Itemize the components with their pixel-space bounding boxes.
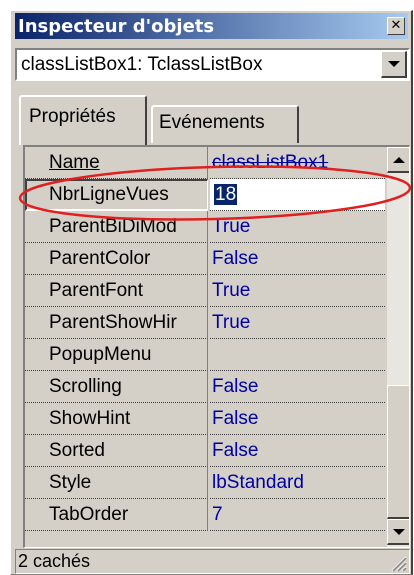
property-row-parentshowhint[interactable]: ParentShowHir True: [25, 307, 385, 339]
property-name: ParentShowHir: [25, 307, 208, 339]
property-row-showhint[interactable]: ShowHint False: [25, 403, 385, 435]
property-row-nbrlignevues[interactable]: NbrLigneVues 18: [25, 179, 385, 211]
title-bar[interactable]: Inspecteur d'objets ✕: [15, 13, 408, 39]
status-bar: 2 cachés: [15, 549, 410, 574]
property-value[interactable]: True: [210, 275, 385, 307]
property-name: PopupMenu: [25, 339, 208, 371]
close-icon[interactable]: ✕: [387, 17, 405, 35]
property-name: ParentBiDiMod: [25, 211, 208, 243]
scroll-thumb[interactable]: [387, 385, 409, 519]
selected-value-text: 18: [214, 184, 238, 205]
property-row-parentbidimode[interactable]: ParentBiDiMod True: [25, 211, 385, 243]
property-row-style[interactable]: Style lbStandard: [25, 467, 385, 499]
object-inspector-window: Inspecteur d'objets ✕ classListBox1: Tcl…: [10, 10, 413, 575]
property-name: TabOrder: [25, 499, 208, 531]
scroll-down-button[interactable]: [387, 519, 409, 545]
resize-grip-icon[interactable]: [389, 554, 407, 572]
property-value[interactable]: 7: [210, 499, 385, 531]
property-row-name[interactable]: Name classListBox1: [25, 147, 385, 179]
vertical-scrollbar[interactable]: [387, 147, 409, 547]
property-name: NbrLigneVues: [25, 179, 208, 211]
tab-properties[interactable]: Propriétés: [19, 95, 147, 145]
property-value[interactable]: True: [210, 211, 385, 243]
property-name: Scrolling: [25, 371, 208, 403]
property-name: ParentFont: [25, 275, 208, 307]
property-name: Sorted: [25, 435, 208, 467]
property-value[interactable]: True: [210, 307, 385, 339]
tab-events[interactable]: Evénements: [151, 105, 299, 143]
chevron-down-icon: [387, 61, 400, 67]
object-selector-value: classListBox1: TclassListBox: [21, 53, 263, 75]
tab-strip: Propriétés Evénements: [15, 91, 410, 147]
arrow-down-icon: [392, 528, 405, 535]
property-grid: Name classListBox1 NbrLigneVues 18 Paren…: [23, 145, 410, 548]
scroll-up-button[interactable]: [387, 147, 409, 173]
property-row-popupmenu[interactable]: PopupMenu: [25, 339, 385, 371]
property-value[interactable]: classListBox1: [210, 147, 385, 179]
property-value[interactable]: False: [210, 435, 385, 467]
hidden-count-text: 2 cachés: [18, 551, 91, 571]
property-name: ShowHint: [25, 403, 208, 435]
property-row-parentcolor[interactable]: ParentColor False: [25, 243, 385, 275]
property-name: ParentColor: [25, 243, 208, 275]
property-value[interactable]: lbStandard: [210, 467, 385, 499]
arrow-up-icon: [392, 156, 405, 163]
dropdown-button[interactable]: [381, 51, 407, 78]
property-value[interactable]: [210, 339, 385, 371]
property-value[interactable]: False: [210, 403, 385, 435]
window-title: Inspecteur d'objets: [18, 15, 215, 37]
property-row-parentfont[interactable]: ParentFont True: [25, 275, 385, 307]
property-name: Style: [25, 467, 208, 499]
property-value-editor[interactable]: 18: [210, 179, 385, 211]
property-row-taborder[interactable]: TabOrder 7: [25, 499, 385, 531]
property-value[interactable]: False: [210, 371, 385, 403]
property-row-scrolling[interactable]: Scrolling False: [25, 371, 385, 403]
property-value[interactable]: False: [210, 243, 385, 275]
property-name: Name: [25, 147, 208, 179]
object-selector[interactable]: classListBox1: TclassListBox: [15, 48, 410, 81]
property-row-sorted[interactable]: Sorted False: [25, 435, 385, 467]
